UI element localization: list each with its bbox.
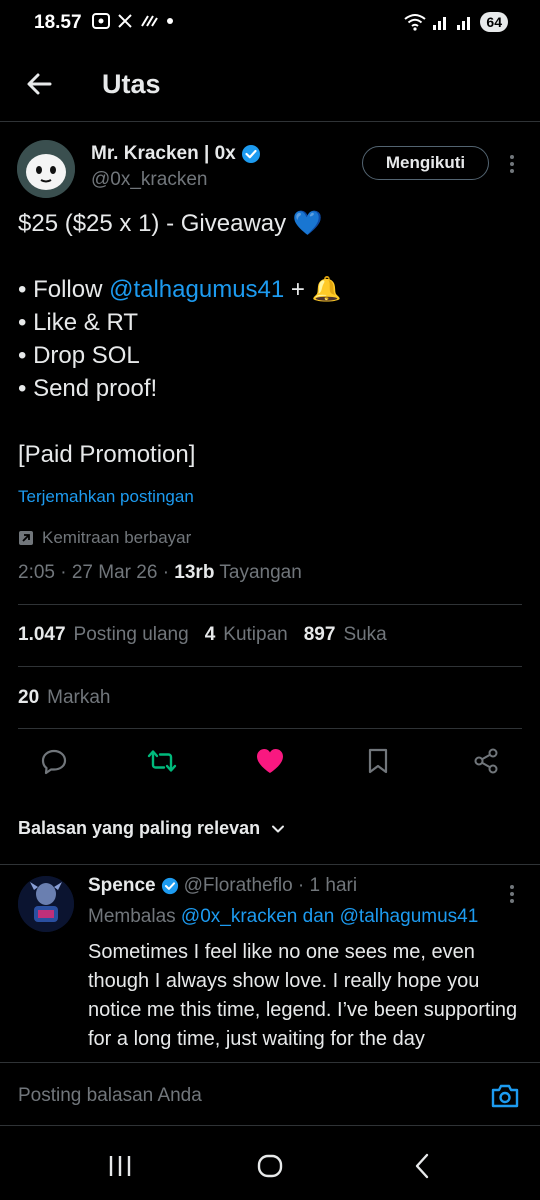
engagement-stats: 1.047 Posting ulang 4 Kutipan 897 Suka <box>18 624 387 646</box>
chevron-left-icon <box>415 1153 429 1179</box>
back-button[interactable] <box>24 68 56 100</box>
share-icon <box>474 748 498 774</box>
share-button[interactable] <box>470 745 502 777</box>
signal-icon <box>433 17 447 30</box>
more-options-button[interactable] <box>502 151 522 177</box>
tweet-actions <box>0 745 540 785</box>
reply-input[interactable]: Posting balasan Anda <box>18 1085 202 1107</box>
screenshot-icon <box>92 13 110 29</box>
reposts-count: 1.047 <box>18 624 66 645</box>
tweet-line: • Send proof! <box>18 375 158 402</box>
status-bar: 18.57 64 <box>0 0 540 48</box>
quotes-count: 4 <box>204 624 216 645</box>
x-logo-icon <box>118 14 132 28</box>
chevron-down-icon <box>272 825 285 832</box>
status-time: 18.57 <box>34 12 82 33</box>
reply-icon <box>41 749 67 775</box>
camera-button[interactable] <box>490 1083 522 1111</box>
following-button[interactable]: Mengikuti <box>362 146 489 180</box>
repost-button[interactable] <box>146 745 178 777</box>
tweet-timestamp[interactable]: 2:05 · 27 Mar 26 · <box>18 562 174 583</box>
tweet-line: • Like & RT <box>18 309 138 336</box>
tweet-line-text: + 🔔 <box>284 276 342 303</box>
more-vertical-icon <box>510 155 514 173</box>
tweet-line: • Drop SOL <box>18 342 140 369</box>
tweet-line-text: • Follow <box>18 276 110 303</box>
back-nav-button[interactable] <box>407 1151 437 1181</box>
verified-badge-icon <box>241 145 260 163</box>
reply-header: Spence @Floratheflo · 1 hari <box>88 875 357 897</box>
author-name-row[interactable]: Mr. Kracken | 0x <box>91 143 261 165</box>
views-label: Tayangan <box>219 562 302 583</box>
signal-icon-2 <box>457 17 471 30</box>
divider <box>18 666 522 667</box>
home-button[interactable] <box>255 1151 285 1181</box>
reposts-stat[interactable]: 1.047 Posting ulang <box>18 624 189 646</box>
paid-partnership-label[interactable]: Kemitraan berbayar <box>18 528 191 548</box>
replying-to-prefix: Membalas <box>88 906 181 927</box>
bookmark-icon <box>368 748 388 774</box>
system-nav-bar <box>0 1127 540 1200</box>
author-avatar[interactable] <box>17 140 75 198</box>
quotes-stat[interactable]: 4 Kutipan <box>205 624 288 646</box>
quotes-label: Kutipan <box>223 624 288 645</box>
mention-link[interactable]: @0x_kracken <box>181 906 297 927</box>
verified-badge-icon <box>161 877 178 895</box>
author-handle[interactable]: @0x_kracken <box>91 169 207 191</box>
reply-handle-time[interactable]: @Floratheflo · 1 hari <box>184 875 357 897</box>
reply-author-name[interactable]: Spence <box>88 875 156 897</box>
divider <box>0 864 540 865</box>
camera-icon <box>491 1084 519 1108</box>
views-count: 13rb <box>174 562 215 583</box>
divider <box>18 728 522 729</box>
bookmarks-stat[interactable]: 20 Markah <box>18 687 111 709</box>
dot-icon <box>167 18 173 24</box>
paid-partnership-text: Kemitraan berbayar <box>42 528 192 547</box>
battery-indicator: 64 <box>480 12 508 32</box>
translate-link[interactable]: Terjemahkan postingan <box>18 487 194 507</box>
likes-stat[interactable]: 897 Suka <box>304 624 387 646</box>
repost-icon <box>147 750 177 772</box>
arrow-left-icon <box>27 73 52 95</box>
reply-button[interactable] <box>38 745 70 777</box>
paid-partnership-icon <box>19 531 33 545</box>
wifi-icon <box>404 14 427 31</box>
status-right: 64 <box>404 12 508 32</box>
bookmarks-count: 20 <box>18 687 40 708</box>
reply-avatar[interactable] <box>18 876 74 932</box>
likes-count: 897 <box>303 624 336 645</box>
likes-label: Suka <box>343 624 387 645</box>
reply-more-button[interactable] <box>502 881 522 907</box>
notification-icons <box>92 13 174 29</box>
reply-text: Sometimes I feel like no one sees me, ev… <box>88 941 518 1050</box>
tweet-line: [Paid Promotion] <box>18 441 196 468</box>
tweet-meta: 2:05 · 27 Mar 26 · 13rb Tayangan <box>18 562 302 584</box>
page-title: Utas <box>102 69 161 99</box>
recent-apps-icon <box>109 1156 131 1176</box>
divider <box>18 604 522 605</box>
tweet-line: $25 ($25 x 1) - Giveaway 💙 <box>18 210 323 237</box>
app-icon <box>141 15 158 27</box>
heart-filled-icon <box>257 749 283 773</box>
mention-link[interactable]: @talhagumus41 <box>109 276 284 303</box>
bookmarks-label: Markah <box>47 687 111 708</box>
replying-to: Membalas @0x_kracken dan @talhagumus41 <box>88 906 478 928</box>
mention-link[interactable]: @talhagumus41 <box>340 906 479 927</box>
bookmark-button[interactable] <box>362 745 394 777</box>
home-icon <box>257 1154 283 1178</box>
header: Utas <box>0 48 540 122</box>
author-name[interactable]: Mr. Kracken | 0x <box>91 143 236 165</box>
recent-apps-button[interactable] <box>105 1151 135 1181</box>
reply-sort-label: Balasan yang paling relevan <box>18 818 261 838</box>
like-button[interactable] <box>254 745 286 777</box>
tweet-line: • Follow @talhagumus41 + 🔔 <box>18 273 528 306</box>
reply-sort-selector[interactable]: Balasan yang paling relevan <box>18 818 286 839</box>
more-vertical-icon <box>510 885 514 903</box>
tweet-text: $25 ($25 x 1) - Giveaway 💙 • Follow @tal… <box>18 207 528 471</box>
reply-composer[interactable]: Posting balasan Anda <box>0 1062 540 1126</box>
replying-to-and: dan <box>297 906 340 927</box>
reposts-label: Posting ulang <box>73 624 189 645</box>
